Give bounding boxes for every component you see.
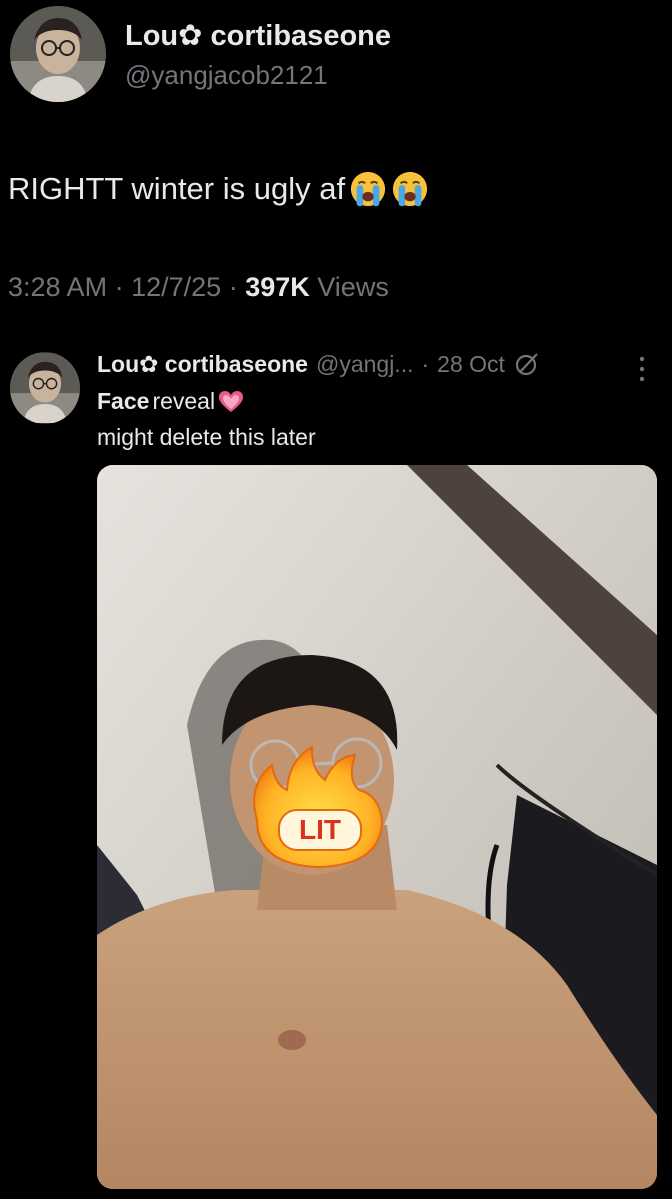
meta-separator: ·	[228, 272, 238, 302]
views-label[interactable]: Views	[317, 272, 389, 302]
quoted-text-rest: reveal	[152, 388, 216, 414]
avatar-image	[10, 6, 106, 102]
avatar-image	[10, 353, 80, 423]
quoted-date[interactable]: 28 Oct	[437, 351, 505, 378]
loudly-crying-face-icon	[350, 171, 386, 207]
quoted-author-avatar[interactable]	[10, 352, 80, 424]
tweet-time[interactable]: 3:28 AM	[8, 272, 107, 302]
loudly-crying-face-icon	[392, 171, 428, 207]
photo-image: LIT	[97, 465, 657, 1189]
quoted-display-name[interactable]: Lou✿ cortibaseone	[97, 351, 308, 378]
author-display-name[interactable]: Lou✿ cortibaseone	[125, 18, 391, 53]
quoted-separator: ·	[421, 350, 430, 377]
quoted-text-line2: might delete this later	[97, 424, 316, 450]
heart-icon	[219, 390, 244, 412]
tweet-text: RIGHTT winter is ugly af	[8, 171, 346, 206]
tweet-date[interactable]: 12/7/25	[131, 272, 221, 302]
quoted-text-bold: Face	[97, 388, 150, 414]
views-count[interactable]: 397K	[245, 272, 310, 302]
more-vertical-icon[interactable]	[632, 352, 652, 386]
tweet-photo[interactable]: LIT	[97, 465, 657, 1189]
quoted-tweet-header: Lou✿ cortibaseone @yangj... · 28 Oct	[97, 350, 541, 378]
tweet-meta: 3:28 AM · 12/7/25 · 397K Views	[8, 272, 389, 303]
author-avatar[interactable]	[10, 6, 106, 102]
tweet-body: RIGHTT winter is ugly af	[8, 170, 429, 208]
meta-separator: ·	[114, 272, 124, 302]
author-handle[interactable]: @yangjacob2121	[125, 60, 328, 91]
lit-sticker-text: LIT	[299, 814, 341, 845]
quoted-text-line1: Face reveal	[97, 388, 244, 415]
edit-circle-icon[interactable]	[513, 350, 541, 378]
quoted-handle[interactable]: @yangj...	[316, 351, 414, 378]
